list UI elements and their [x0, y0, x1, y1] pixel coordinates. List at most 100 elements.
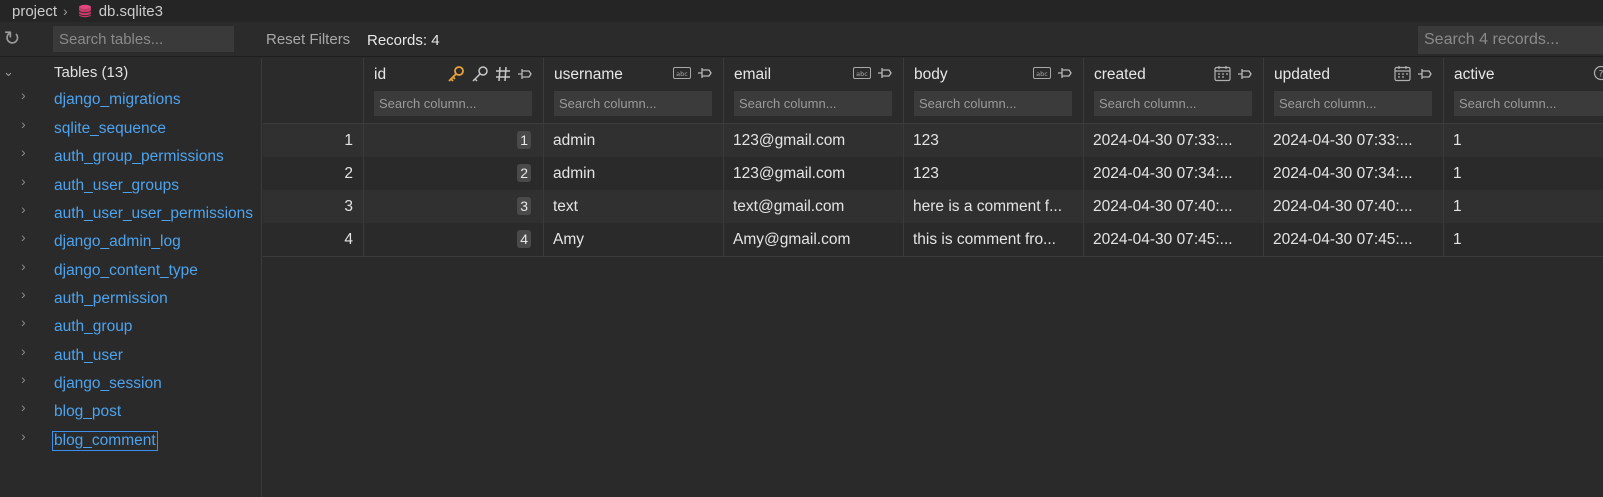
chevron-right-icon[interactable]: › [21, 201, 26, 217]
breadcrumb-project[interactable]: project [12, 3, 57, 20]
column-name[interactable]: email [734, 66, 771, 84]
key-filled-icon[interactable] [447, 65, 465, 83]
column-header-created[interactable]: created [1083, 58, 1263, 124]
sidebar-table-label[interactable]: blog_post [54, 403, 121, 421]
sidebar-table-item[interactable]: › blog_comment [0, 428, 262, 454]
sidebar-table-item[interactable]: › auth_permission [0, 286, 262, 312]
cell-created[interactable]: 2024-04-30 07:45:... [1083, 223, 1263, 256]
sidebar-table-item[interactable]: › auth_user [0, 343, 262, 369]
help-icon[interactable]: ? [1593, 65, 1603, 81]
cell-body[interactable]: 123 [903, 157, 1083, 190]
sidebar-table-item[interactable]: › auth_group_permissions [0, 144, 262, 170]
cell-body[interactable]: 123 [903, 124, 1083, 157]
chevron-right-icon[interactable]: › [21, 286, 26, 302]
column-search-input[interactable] [554, 91, 712, 116]
key-icon[interactable] [471, 65, 489, 83]
cell-created[interactable]: 2024-04-30 07:33:... [1083, 124, 1263, 157]
column-name[interactable]: username [554, 66, 623, 84]
sidebar-table-item[interactable]: › auth_user_groups [0, 173, 262, 199]
cell-created[interactable]: 2024-04-30 07:34:... [1083, 157, 1263, 190]
cell-email[interactable]: 123@gmail.com [723, 124, 903, 157]
chevron-down-icon[interactable]: ⌄ [3, 64, 14, 80]
pin-icon[interactable] [697, 65, 713, 81]
cell-updated[interactable]: 2024-04-30 07:45:... [1263, 223, 1443, 256]
column-search-input[interactable] [1454, 91, 1603, 116]
cell-active[interactable]: 1 [1443, 124, 1603, 157]
calendar-icon[interactable] [1394, 65, 1411, 82]
column-name[interactable]: active [1454, 66, 1495, 84]
text-type-icon[interactable]: abc [853, 66, 871, 80]
search-tables-input[interactable] [53, 26, 234, 52]
cell-updated[interactable]: 2024-04-30 07:40:... [1263, 190, 1443, 223]
table-row[interactable]: 1 1 admin 123@gmail.com 123 2024-04-30 07:33:… [263, 124, 1603, 157]
refresh-icon[interactable]: ↻ [2, 27, 22, 51]
chevron-right-icon[interactable]: › [21, 229, 26, 245]
column-name[interactable]: created [1094, 66, 1146, 84]
sidebar-table-item[interactable]: › django_content_type [0, 258, 262, 284]
column-header-username[interactable]: username abc [543, 58, 723, 124]
cell-username[interactable]: admin [543, 157, 723, 190]
sidebar-table-label[interactable]: sqlite_sequence [54, 120, 166, 138]
chevron-right-icon[interactable]: › [21, 258, 26, 274]
sidebar-table-item[interactable]: › blog_post [0, 399, 262, 425]
column-header-email[interactable]: email abc [723, 58, 903, 124]
cell-email[interactable]: text@gmail.com [723, 190, 903, 223]
column-search-input[interactable] [734, 91, 892, 116]
cell-active[interactable]: 1 [1443, 223, 1603, 256]
cell-id[interactable]: 4 [363, 223, 543, 256]
reset-filters-button[interactable]: Reset Filters [266, 31, 350, 48]
sidebar-table-label[interactable]: django_admin_log [54, 233, 181, 251]
sidebar-table-label[interactable]: django_migrations [54, 91, 181, 109]
cell-email[interactable]: Amy@gmail.com [723, 223, 903, 256]
sidebar-table-label[interactable]: blog_comment [52, 431, 158, 451]
chevron-right-icon[interactable]: › [21, 173, 26, 189]
pin-icon[interactable] [517, 66, 533, 82]
sidebar-table-label[interactable]: auth_user_groups [54, 177, 179, 195]
sidebar-table-item[interactable]: › sqlite_sequence [0, 116, 262, 142]
column-header-id[interactable]: id [363, 58, 543, 124]
chevron-right-icon[interactable]: › [21, 428, 26, 444]
cell-created[interactable]: 2024-04-30 07:40:... [1083, 190, 1263, 223]
chevron-right-icon[interactable]: › [21, 116, 26, 132]
sidebar-table-item[interactable]: › django_admin_log [0, 229, 262, 255]
table-row[interactable]: 2 2 admin 123@gmail.com 123 2024-04-30 07:34:… [263, 157, 1603, 190]
chevron-right-icon[interactable]: › [21, 87, 26, 103]
column-name[interactable]: updated [1274, 66, 1330, 84]
sidebar-table-label[interactable]: auth_user [54, 347, 123, 365]
column-name[interactable]: body [914, 66, 948, 84]
chevron-right-icon[interactable]: › [21, 343, 26, 359]
cell-id[interactable]: 2 [363, 157, 543, 190]
text-type-icon[interactable]: abc [673, 66, 691, 80]
cell-email[interactable]: 123@gmail.com [723, 157, 903, 190]
search-records-input[interactable] [1418, 26, 1603, 54]
breadcrumb-file[interactable]: db.sqlite3 [99, 3, 163, 20]
sidebar-table-item[interactable]: › auth_group [0, 314, 262, 340]
pin-icon[interactable] [1057, 65, 1073, 81]
column-header-updated[interactable]: updated [1263, 58, 1443, 124]
cell-username[interactable]: admin [543, 124, 723, 157]
hash-icon[interactable] [495, 66, 511, 82]
cell-id[interactable]: 1 [363, 124, 543, 157]
sidebar-table-label[interactable]: auth_group [54, 318, 132, 336]
tables-group-header[interactable]: ⌄ Tables (13) [0, 62, 262, 84]
sidebar-table-label[interactable]: django_content_type [54, 262, 198, 280]
cell-id[interactable]: 3 [363, 190, 543, 223]
cell-username[interactable]: Amy [543, 223, 723, 256]
column-header-active[interactable]: active? [1443, 58, 1603, 124]
sidebar-table-item[interactable]: › auth_user_user_permissions [0, 201, 262, 227]
cell-body[interactable]: this is comment fro... [903, 223, 1083, 256]
column-search-input[interactable] [1274, 91, 1432, 116]
table-row[interactable]: 4 4 Amy Amy@gmail.com this is comment fro...… [263, 223, 1603, 256]
pin-icon[interactable] [877, 65, 893, 81]
chevron-right-icon[interactable]: › [21, 314, 26, 330]
table-row[interactable]: 3 3 text text@gmail.com here is a comment f.… [263, 190, 1603, 223]
pin-icon[interactable] [1417, 66, 1433, 82]
cell-body[interactable]: here is a comment f... [903, 190, 1083, 223]
column-header-body[interactable]: body abc [903, 58, 1083, 124]
column-search-input[interactable] [374, 91, 532, 116]
sidebar-table-label[interactable]: auth_group_permissions [54, 148, 224, 166]
column-search-input[interactable] [1094, 91, 1252, 116]
text-type-icon[interactable]: abc [1033, 66, 1051, 80]
cell-updated[interactable]: 2024-04-30 07:33:... [1263, 124, 1443, 157]
sidebar-table-item[interactable]: › django_migrations [0, 87, 262, 113]
